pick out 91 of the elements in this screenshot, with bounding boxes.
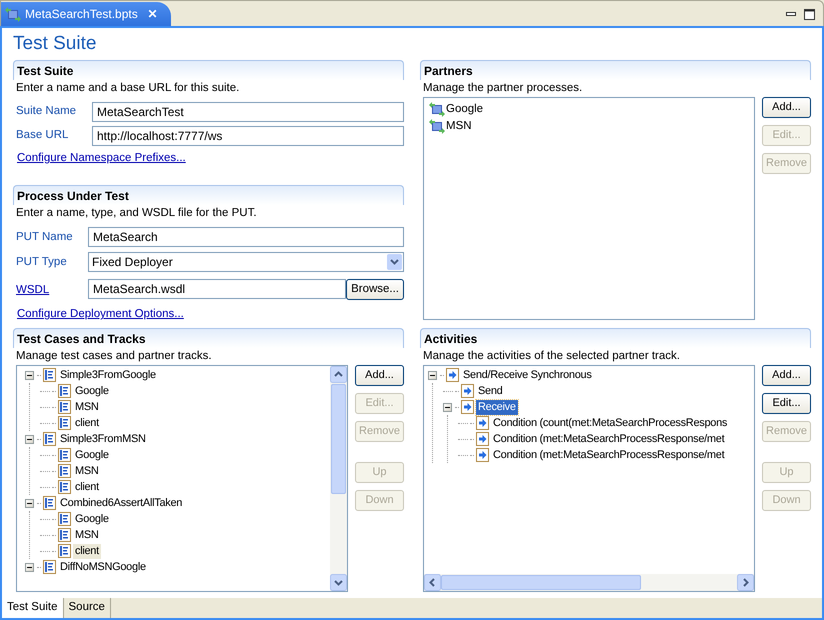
maximize-icon[interactable] [804,9,815,20]
section-description: Enter a name, type, and WSDL file for the PUT. [15,206,258,222]
document-icon [43,560,56,574]
scroll-down-icon[interactable] [330,574,347,591]
document-icon [58,416,71,430]
arrow-icon [446,368,459,382]
action-button[interactable]: Add... [762,365,811,386]
section-title: Process Under Test [17,188,129,205]
close-button[interactable]: ✕ [148,5,158,23]
tree-item[interactable]: Google [73,448,111,462]
arrow-icon [461,384,474,398]
action-button[interactable]: Add... [762,97,811,118]
text-field[interactable]: MetaSearch [88,227,404,248]
editor-tab-title: MetaSearchTest.bpts [25,6,138,23]
partner-icon [429,119,445,134]
scroll-right-icon[interactable] [737,574,754,591]
action-button[interactable]: Add... [355,365,404,386]
section-description: Manage the activities of the selected partner track. [422,349,681,364]
document-icon [58,464,71,478]
partner-icon [429,102,445,117]
tree-item[interactable]: Google [73,384,111,398]
document-icon [58,448,71,462]
document-icon [58,480,71,494]
field-label: Base URL [16,128,70,144]
tree-item[interactable]: client [73,544,101,558]
document-icon [58,528,71,542]
section-title: Test Suite [17,62,74,80]
arrow-icon [476,448,489,462]
partner-icon [5,6,21,22]
link[interactable]: Configure Deployment Options... [13,306,184,324]
browse-button[interactable]: Browse... [346,278,404,300]
collapse-toggle[interactable] [25,434,34,444]
section-title: Activities [424,330,478,348]
section-description: Manage the partner processes. [422,81,584,96]
document-icon [43,432,56,446]
action-button[interactable]: Edit... [762,393,811,414]
link[interactable]: Configure Namespace Prefixes... [13,150,186,168]
section-title: Test Cases and Tracks [17,330,146,348]
tree-item[interactable]: Condition (met:MetaSearchProcessResponse/met [491,448,726,462]
tree-item[interactable]: Condition (count(met:MetaSearchProcessRespons [491,416,730,430]
page-tab[interactable]: Test Suite [2,598,64,618]
document-icon [43,496,56,510]
text-field[interactable]: http://localhost:7777/ws [92,126,404,146]
arrow-icon [476,432,489,446]
section-title: Partners [424,62,473,80]
scroll-thumb[interactable] [331,384,346,494]
collapse-toggle[interactable] [443,402,452,412]
text-field[interactable]: MetaSearchTest [92,102,404,122]
tree-item[interactable]: client [73,416,101,430]
tree-item[interactable]: Condition (met:MetaSearchProcessResponse/met [491,432,726,446]
document-icon [58,512,71,526]
field-label: PUT Name [16,230,74,245]
tree-item[interactable]: Send [476,384,504,398]
tree-item[interactable]: Simple3FromGoogle [58,368,158,382]
arrow-icon [461,400,474,414]
arrow-icon [476,416,489,430]
document-icon [58,400,71,414]
partner-item[interactable]: Google [446,100,484,118]
horizontal-scrollbar[interactable] [424,574,754,591]
tree-item[interactable]: MSN [73,400,101,414]
vertical-scrollbar[interactable] [330,366,347,591]
collapse-toggle[interactable] [25,498,34,508]
scroll-up-icon[interactable] [330,366,347,383]
tree-item[interactable]: Combined6AssertAllTaken [58,496,184,510]
page-title: Test Suite [13,32,98,56]
section-description: Enter a name and a base URL for this suite. [15,81,240,96]
tree-item[interactable]: client [73,480,101,494]
type-dropdown[interactable]: Fixed Deployer [88,252,404,272]
collapse-toggle[interactable] [428,370,437,380]
tree-item[interactable]: Send/Receive Synchronous [461,368,594,382]
field-label: PUT Type [16,254,68,270]
collapse-toggle[interactable] [25,562,34,572]
editor-tab[interactable]: MetaSearchTest.bpts ✕ [1,2,171,26]
scroll-thumb[interactable] [441,575,641,590]
document-icon [58,544,71,558]
field-label: Suite Name [16,104,78,120]
tree-item[interactable]: MSN [73,464,101,478]
section-description: Manage test cases and partner tracks. [15,349,213,364]
minimize-icon[interactable] [786,12,796,17]
scroll-left-icon[interactable] [424,574,441,591]
tree-item[interactable]: DiffNoMSNGoogle [58,560,148,574]
partner-item[interactable]: MSN [446,118,472,136]
tree-item[interactable]: Simple3FromMSN [58,432,148,446]
collapse-toggle[interactable] [25,370,34,380]
tree-item[interactable]: Receive [476,400,518,414]
tree-item[interactable]: MSN [73,528,101,542]
document-icon [58,384,71,398]
text-field[interactable]: MetaSearch.wsdl [88,279,346,300]
document-icon [43,368,56,382]
link[interactable]: WSDL [16,284,50,296]
tree-item[interactable]: Google [73,512,111,526]
